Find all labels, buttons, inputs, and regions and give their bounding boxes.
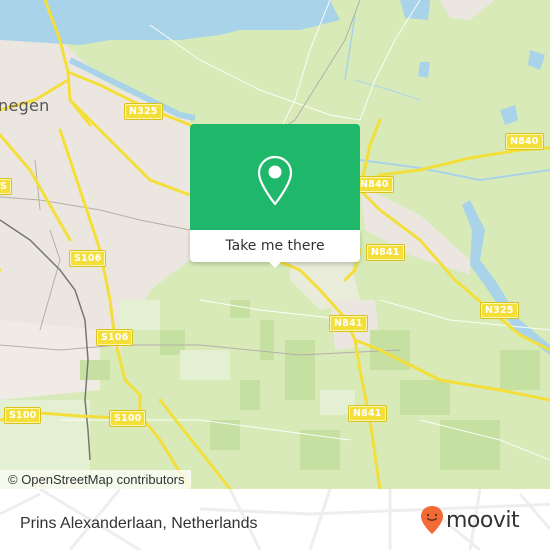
road-shield-n840: N840 xyxy=(355,176,394,193)
map-view[interactable]: negen N325 N840 N840 N841 N841 N841 N325… xyxy=(0,0,550,489)
road-shield-n840: N840 xyxy=(505,133,544,150)
road-shield-n325: N325 xyxy=(480,302,519,319)
moovit-smiley-pin-icon xyxy=(421,506,443,534)
map-attribution[interactable]: © OpenStreetMap contributors xyxy=(0,470,191,489)
road-shield-n841: N841 xyxy=(329,315,368,332)
popup-pointer xyxy=(267,260,283,268)
place-name: Prins Alexanderlaan, Netherlands xyxy=(20,515,258,532)
popup-header xyxy=(190,124,360,230)
moovit-logo[interactable]: moovit xyxy=(420,505,520,535)
take-me-there-label: Take me there xyxy=(225,238,325,254)
take-me-there-button[interactable]: Take me there xyxy=(190,230,360,262)
road-shield-n841: N841 xyxy=(366,244,405,261)
city-label-nijmegen: negen xyxy=(0,96,50,115)
road-shield-s106: S106 xyxy=(95,329,134,346)
road-shield-s100: S100 xyxy=(108,410,147,427)
road-shield-s106: S106 xyxy=(68,250,107,267)
map-card: negen N325 N840 N840 N841 N841 N841 N325… xyxy=(0,0,550,550)
road-shield-n325: N325 xyxy=(124,103,163,120)
footer: Prins Alexanderlaan, Netherlands moovit xyxy=(0,489,550,550)
road-shield-s100: S100 xyxy=(3,407,42,424)
moovit-wordmark: moovit xyxy=(446,507,520,533)
location-pin-icon xyxy=(257,155,293,206)
location-popup: Take me there xyxy=(190,124,360,268)
road-shield-partial: S xyxy=(0,178,13,195)
road-shield-n841: N841 xyxy=(348,405,387,422)
